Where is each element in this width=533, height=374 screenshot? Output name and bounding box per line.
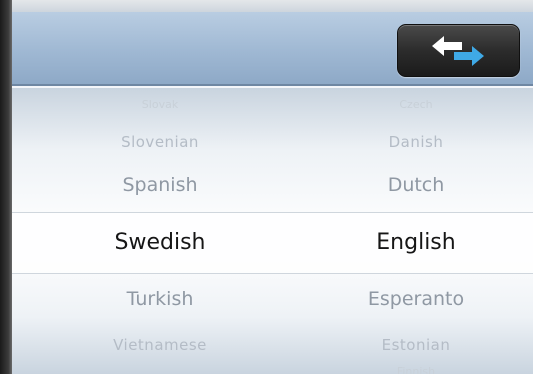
source-option-selected[interactable]: Swedish — [115, 230, 206, 255]
source-option-above-far[interactable]: Slovak — [142, 98, 178, 111]
source-option-above-1[interactable]: Spanish — [122, 174, 197, 196]
target-option-below-1[interactable]: Esperanto — [368, 288, 464, 310]
swap-languages-button[interactable] — [397, 24, 520, 77]
screen: Slovak Slovenian Spanish Swedish Turkish… — [0, 0, 533, 374]
target-option-selected[interactable]: English — [376, 230, 455, 255]
target-option-above-far[interactable]: Czech — [399, 98, 432, 111]
target-option-below-far[interactable]: Finnish — [397, 365, 435, 374]
target-option-above-2[interactable]: Danish — [389, 133, 444, 151]
target-option-below-2[interactable]: Estonian — [382, 336, 451, 354]
swap-arrows-icon — [432, 36, 484, 66]
source-option-above-2[interactable]: Slovenian — [121, 133, 199, 151]
target-option-above-1[interactable]: Dutch — [388, 174, 445, 196]
language-picker[interactable]: Slovak Slovenian Spanish Swedish Turkish… — [12, 88, 533, 374]
source-option-below-2[interactable]: Vietnamese — [113, 336, 207, 354]
device-bezel — [0, 0, 12, 374]
top-edge — [0, 0, 533, 12]
source-option-below-1[interactable]: Turkish — [127, 288, 194, 310]
